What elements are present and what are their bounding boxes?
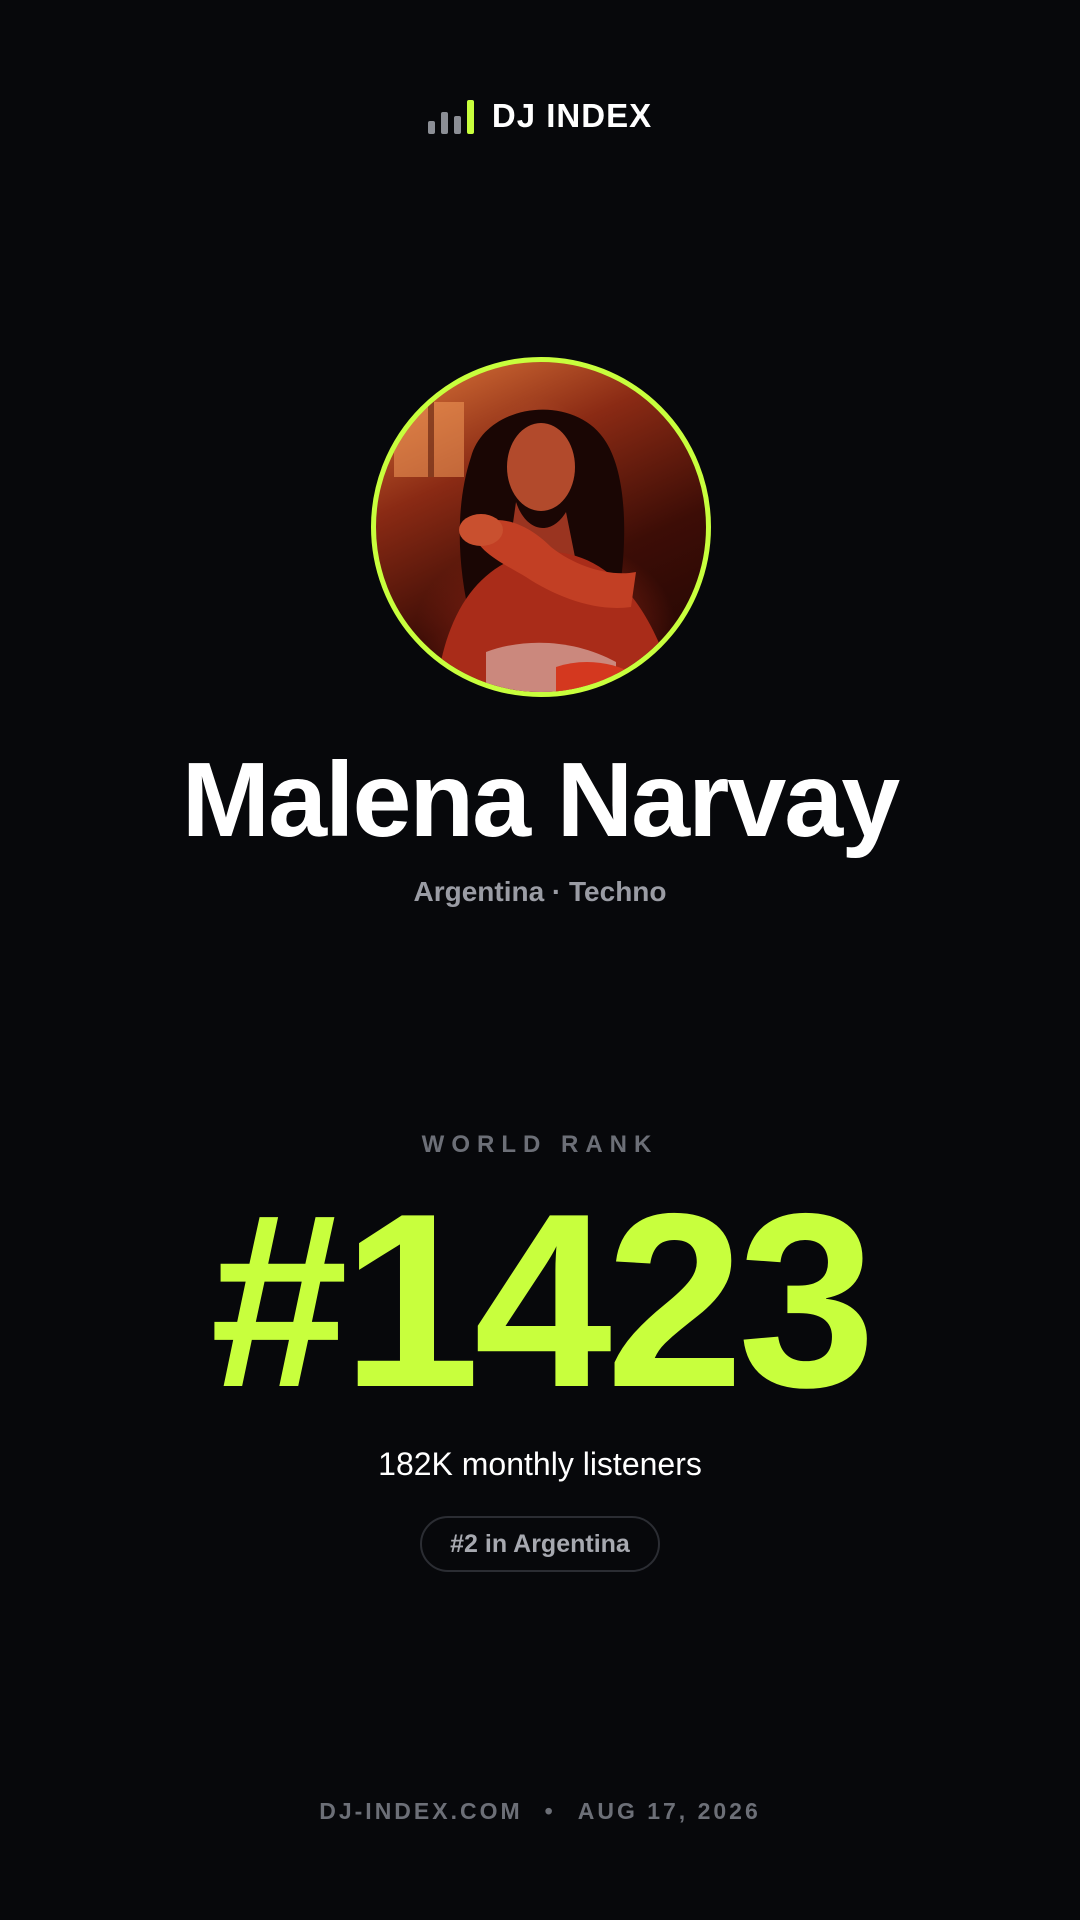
artist-name: Malena Narvay [181, 741, 900, 859]
footer: DJ-INDEX.COM • AUG 17, 2026 [0, 1796, 1080, 1826]
world-rank-value: #1423 [210, 1161, 876, 1439]
artist-avatar [371, 357, 711, 697]
footer-site: DJ-INDEX.COM [319, 1798, 523, 1824]
footer-separator: • [544, 1798, 556, 1824]
brand-name: DJ INDEX [491, 97, 653, 134]
artist-photo [394, 402, 676, 692]
country-rank-container: #2 in Argentina [0, 1516, 1080, 1572]
brand-header: DJ INDEX [0, 96, 1080, 136]
footer-date: AUG 17, 2026 [577, 1798, 761, 1824]
country-rank-badge: #2 in Argentina [420, 1516, 660, 1572]
world-rank-label: WORLD RANK [421, 1131, 659, 1158]
artist-country-genre: Argentina · Techno [413, 876, 667, 907]
monthly-listeners: 182K monthly listeners [378, 1446, 702, 1482]
bar-chart-icon [427, 98, 474, 134]
